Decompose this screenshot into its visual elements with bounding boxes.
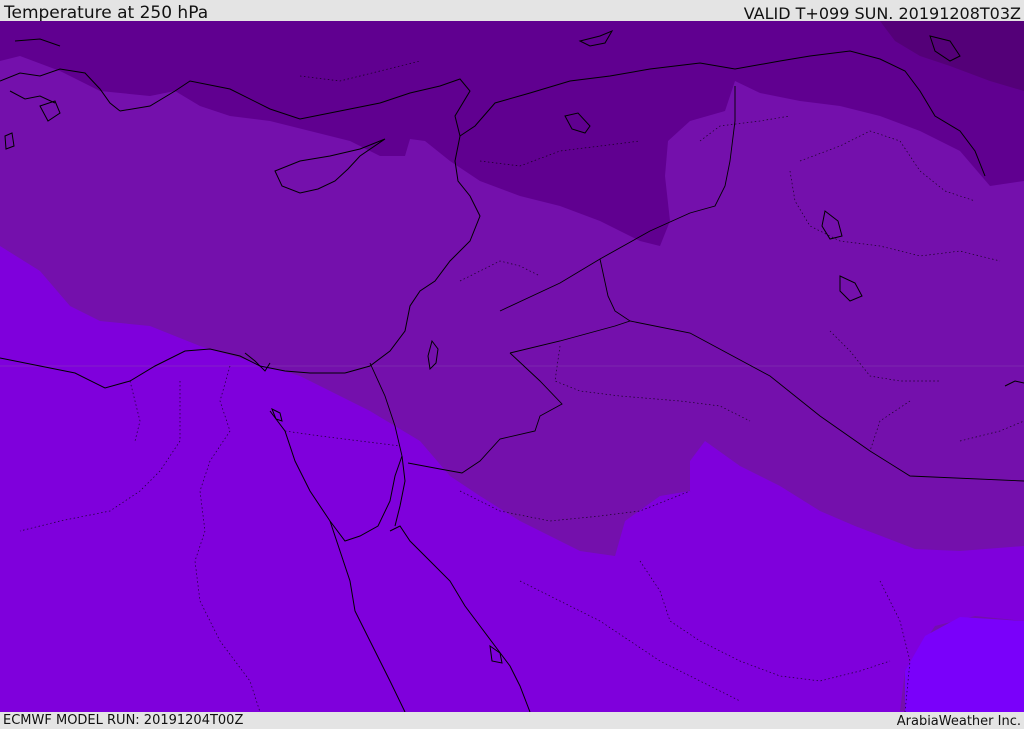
credit: ArabiaWeather Inc. (896, 714, 1021, 729)
weather-map[interactable] (0, 21, 1024, 712)
model-run: ECMWF MODEL RUN: 20191204T00Z (3, 713, 244, 728)
map-svg (0, 21, 1024, 712)
header-bar: Temperature at 250 hPa VALID T+099 SUN. … (0, 0, 1024, 23)
footer-bar: ECMWF MODEL RUN: 20191204T00Z ArabiaWeat… (0, 712, 1024, 729)
map-title: Temperature at 250 hPa (4, 3, 209, 23)
